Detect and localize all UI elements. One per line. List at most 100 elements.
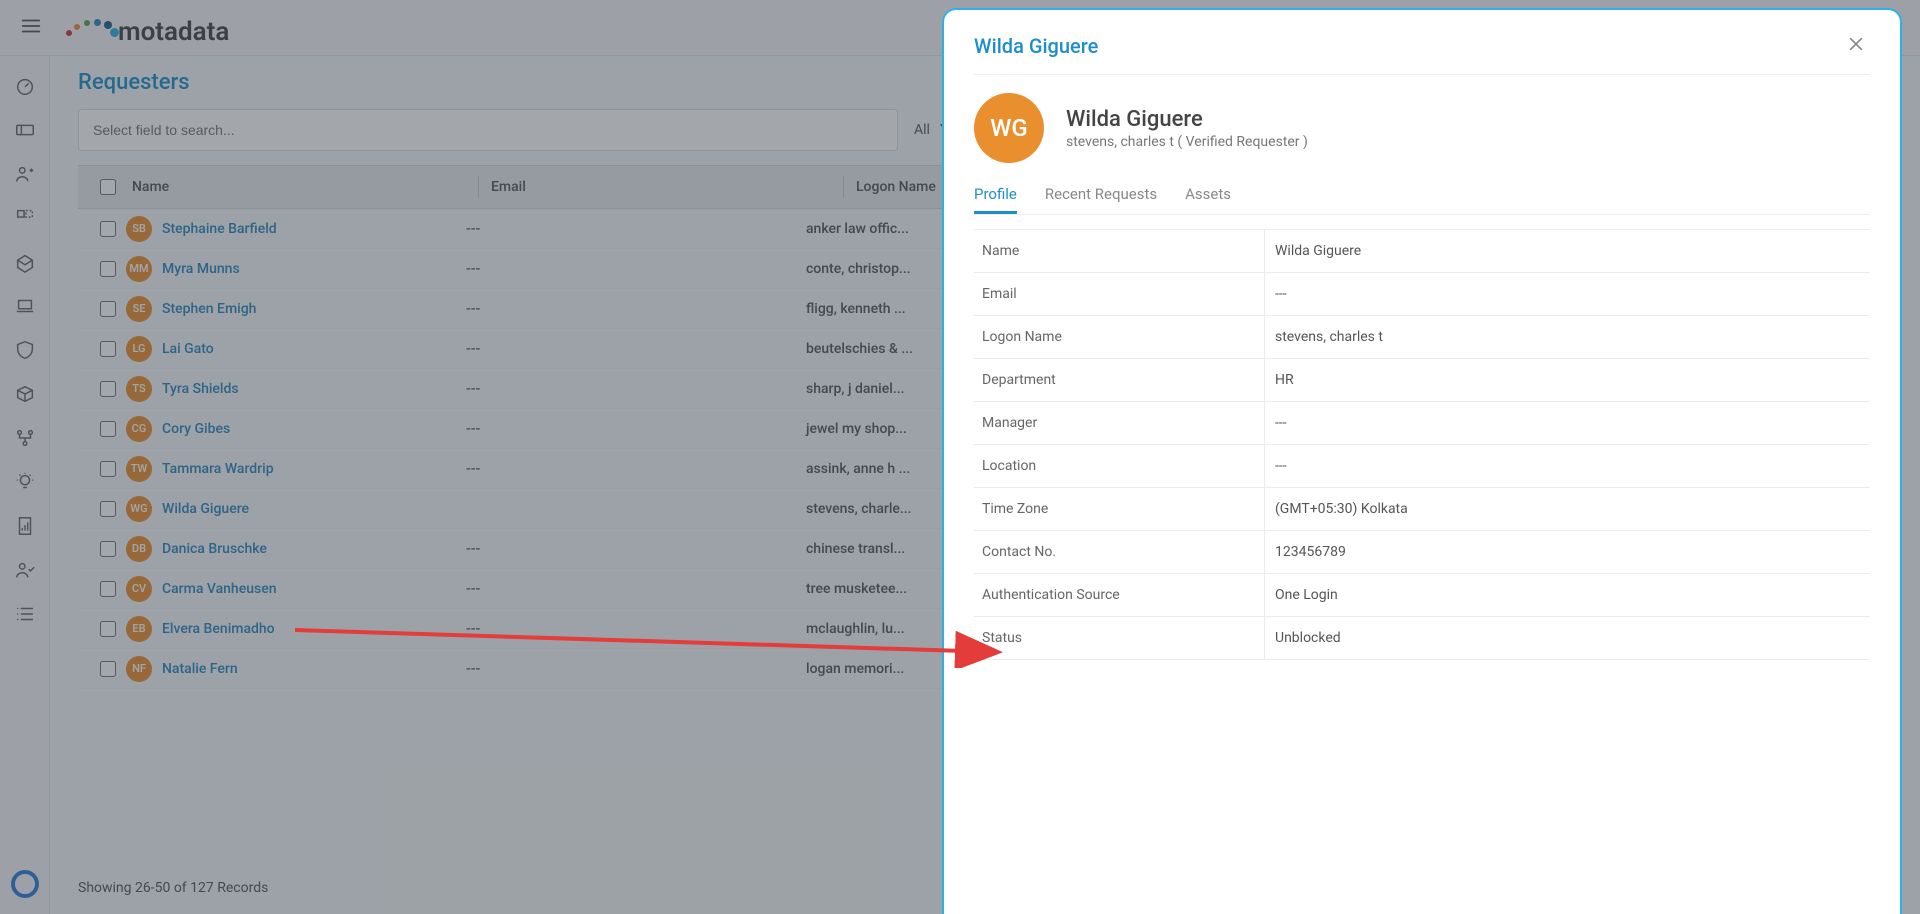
row-checkbox[interactable] xyxy=(90,221,126,237)
report-icon[interactable] xyxy=(7,508,43,544)
row-checkbox[interactable] xyxy=(90,581,126,597)
avatar-badge: LG xyxy=(126,336,152,362)
column-divider xyxy=(478,176,479,198)
requester-name-link[interactable]: Cory Gibes xyxy=(162,421,230,437)
detail-value: --- xyxy=(1264,402,1870,444)
nav-rail xyxy=(0,56,50,914)
detail-row: Location --- xyxy=(974,445,1870,488)
logo-text: motadata xyxy=(118,17,229,47)
avatar-badge: TW xyxy=(126,456,152,482)
search-input[interactable] xyxy=(78,109,898,151)
detail-label: Manager xyxy=(974,415,1264,431)
avatar-badge: CG xyxy=(126,416,152,442)
avatar-badge: NF xyxy=(126,656,152,682)
profile-header: WG Wilda Giguere stevens, charles t ( Ve… xyxy=(974,93,1870,163)
requester-name-link[interactable]: Stephen Emigh xyxy=(162,301,256,317)
avatar-badge: SB xyxy=(126,216,152,242)
detail-label: Status xyxy=(974,630,1264,646)
lightbulb-icon[interactable] xyxy=(7,464,43,500)
row-email: --- xyxy=(466,581,806,597)
detail-label: Name xyxy=(974,243,1264,259)
detail-value: Wilda Giguere xyxy=(1264,230,1870,272)
hamburger-menu-icon[interactable] xyxy=(20,15,44,41)
requester-name-link[interactable]: Stephaine Barfield xyxy=(162,221,277,237)
avatar-badge: MM xyxy=(126,256,152,282)
row-checkbox[interactable] xyxy=(90,421,126,437)
row-checkbox[interactable] xyxy=(90,261,126,277)
shield-icon[interactable] xyxy=(7,332,43,368)
list-icon[interactable] xyxy=(7,596,43,632)
detail-value: One Login xyxy=(1264,574,1870,616)
user-check-icon[interactable] xyxy=(7,552,43,588)
app-logo: motadata xyxy=(60,10,229,46)
detail-row: Email --- xyxy=(974,273,1870,316)
avatar-badge: SE xyxy=(126,296,152,322)
requester-name-link[interactable]: Elvera Benimadho xyxy=(162,621,275,637)
row-email: --- xyxy=(466,541,806,557)
profile-subtitle: stevens, charles t ( Verified Requester … xyxy=(1066,134,1308,150)
profile-name: Wilda Giguere xyxy=(1066,107,1308,132)
row-checkbox[interactable] xyxy=(90,541,126,557)
row-email: --- xyxy=(466,661,806,677)
ticket-icon[interactable] xyxy=(7,112,43,148)
row-checkbox[interactable] xyxy=(90,381,126,397)
filter-label: All xyxy=(914,122,930,138)
detail-label: Location xyxy=(974,458,1264,474)
row-email: --- xyxy=(466,421,806,437)
detail-row: Contact No. 123456789 xyxy=(974,531,1870,574)
row-checkbox[interactable] xyxy=(90,301,126,317)
requester-name-link[interactable]: Natalie Fern xyxy=(162,661,238,677)
package-icon[interactable] xyxy=(7,244,43,280)
column-divider xyxy=(843,176,844,198)
requester-name-link[interactable]: Tammara Wardrip xyxy=(162,461,274,477)
detail-row: Name Wilda Giguere xyxy=(974,229,1870,273)
row-checkbox[interactable] xyxy=(90,621,126,637)
search-field[interactable] xyxy=(93,122,883,138)
requester-name-link[interactable]: Carma Vanheusen xyxy=(162,581,276,597)
avatar-badge: EB xyxy=(126,616,152,642)
dashboard-icon[interactable] xyxy=(7,68,43,104)
row-checkbox[interactable] xyxy=(90,461,126,477)
row-email: --- xyxy=(466,341,806,357)
row-checkbox[interactable] xyxy=(90,341,126,357)
requester-name-link[interactable]: Wilda Giguere xyxy=(162,501,249,517)
requester-name-link[interactable]: Danica Bruschke xyxy=(162,541,267,557)
tab-recent-requests[interactable]: Recent Requests xyxy=(1045,177,1157,214)
profile-avatar: WG xyxy=(974,93,1044,163)
cube-icon[interactable] xyxy=(7,376,43,412)
detail-tabs: Profile Recent Requests Assets xyxy=(974,177,1870,215)
panel-title: Wilda Giguere xyxy=(974,34,1098,58)
detail-value: stevens, charles t xyxy=(1264,316,1870,358)
close-icon[interactable] xyxy=(1846,34,1870,58)
requester-name-link[interactable]: Tyra Shields xyxy=(162,381,239,397)
column-name: Name xyxy=(126,179,466,195)
row-email: --- xyxy=(466,461,806,477)
avatar-badge: DB xyxy=(126,536,152,562)
detail-label: Time Zone xyxy=(974,501,1264,517)
detail-value: --- xyxy=(1264,445,1870,487)
template-icon[interactable] xyxy=(7,200,43,236)
panel-header: Wilda Giguere xyxy=(974,34,1870,75)
detail-label: Authentication Source xyxy=(974,587,1264,603)
requester-name-link[interactable]: Lai Gato xyxy=(162,341,214,357)
tab-assets[interactable]: Assets xyxy=(1185,177,1231,214)
detail-row: Authentication Source One Login xyxy=(974,574,1870,617)
tab-profile[interactable]: Profile xyxy=(974,177,1017,214)
flow-icon[interactable] xyxy=(7,420,43,456)
requester-name-link[interactable]: Myra Munns xyxy=(162,261,240,277)
detail-label: Logon Name xyxy=(974,329,1264,345)
select-all-checkbox[interactable] xyxy=(90,179,126,195)
help-circle-icon[interactable] xyxy=(7,866,43,902)
logo-dots-icon xyxy=(60,16,116,40)
row-checkbox[interactable] xyxy=(90,661,126,677)
users-icon[interactable] xyxy=(7,156,43,192)
row-checkbox[interactable] xyxy=(90,501,126,517)
avatar-badge: CV xyxy=(126,576,152,602)
detail-row: Department HR xyxy=(974,359,1870,402)
profile-details: Name Wilda Giguere Email --- Logon Name … xyxy=(974,229,1870,660)
avatar-badge: WG xyxy=(126,496,152,522)
detail-label: Department xyxy=(974,372,1264,388)
row-email: --- xyxy=(466,621,806,637)
detail-label: Contact No. xyxy=(974,544,1264,560)
laptop-icon[interactable] xyxy=(7,288,43,324)
